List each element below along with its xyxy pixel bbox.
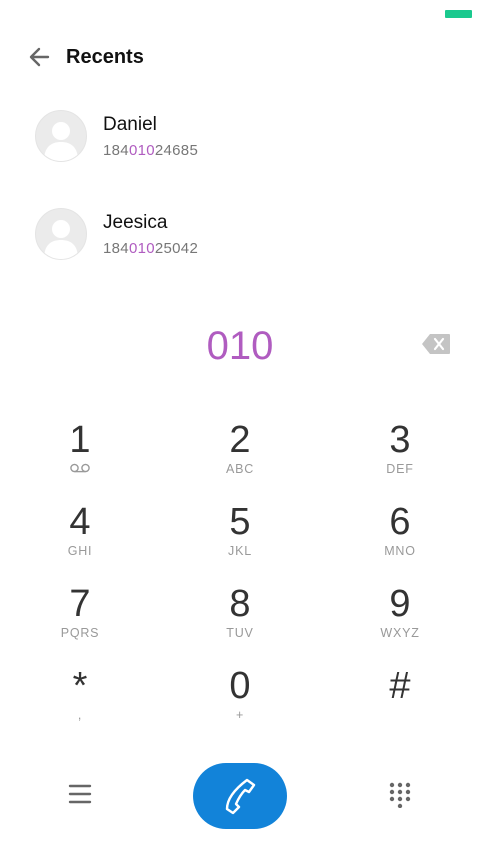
key-digit: * (72, 665, 88, 707)
key-9[interactable]: 9 WXYZ (340, 582, 460, 656)
key-letters: , (77, 708, 83, 722)
key-letters: DEF (386, 462, 414, 476)
key-digit: 8 (229, 583, 251, 625)
contact-number: 18401025042 (103, 240, 199, 257)
key-letters: MNO (384, 544, 416, 558)
key-digit: 2 (229, 419, 251, 461)
person-icon (44, 220, 78, 259)
key-digit: # (389, 665, 411, 707)
menu-icon (68, 784, 92, 804)
key-letters: TUV (226, 626, 254, 640)
backspace-icon (422, 334, 450, 354)
battery-icon (445, 10, 472, 18)
menu-button[interactable] (68, 782, 92, 806)
key-star[interactable]: * , (20, 664, 140, 738)
dialpad-button[interactable] (388, 782, 412, 809)
key-letters: JKL (228, 544, 252, 558)
backspace-button[interactable] (421, 333, 451, 355)
key-letters: + (235, 708, 245, 722)
back-button[interactable] (24, 44, 54, 70)
key-6[interactable]: 6 MNO (340, 500, 460, 574)
key-digit: 1 (69, 419, 91, 461)
contact-item[interactable]: Daniel 18401024685 (0, 96, 480, 176)
key-hash[interactable]: # (340, 664, 460, 738)
page-title: Recents (66, 46, 144, 68)
phone-icon (225, 778, 256, 815)
key-7[interactable]: 7 PQRS (20, 582, 140, 656)
key-letters: ABC (225, 462, 255, 476)
key-2[interactable]: 2 ABC (180, 418, 300, 492)
contact-name: Daniel (103, 114, 157, 135)
key-digit: 6 (389, 501, 411, 543)
contact-name: Jeesica (103, 212, 168, 233)
call-button[interactable] (193, 763, 287, 829)
key-letters: PQRS (60, 626, 100, 640)
contact-item[interactable]: Jeesica 18401025042 (0, 194, 480, 274)
dialed-number: 010 (206, 324, 274, 368)
key-digit: 0 (229, 665, 251, 707)
status-bar (0, 0, 480, 28)
header: Recents (0, 36, 480, 80)
contact-number: 18401024685 (103, 142, 199, 159)
key-letters: GHI (67, 544, 93, 558)
key-8[interactable]: 8 TUV (180, 582, 300, 656)
arrow-left-icon (29, 47, 50, 67)
key-digit: 3 (389, 419, 411, 461)
avatar (35, 208, 87, 260)
voicemail-icon (20, 462, 140, 477)
dial-display: 010 (0, 322, 480, 372)
key-digit: 7 (69, 583, 91, 625)
avatar (35, 110, 87, 162)
key-digit: 9 (389, 583, 411, 625)
person-icon (44, 122, 78, 161)
key-4[interactable]: 4 GHI (20, 500, 140, 574)
key-letters: WXYZ (380, 626, 420, 640)
key-0[interactable]: 0 + (180, 664, 300, 738)
dialpad-icon (389, 782, 411, 809)
bottom-bar (0, 762, 480, 830)
key-digit: 4 (69, 501, 91, 543)
key-3[interactable]: 3 DEF (340, 418, 460, 492)
key-1[interactable]: 1 (20, 418, 140, 492)
key-digit: 5 (229, 501, 251, 543)
key-5[interactable]: 5 JKL (180, 500, 300, 574)
